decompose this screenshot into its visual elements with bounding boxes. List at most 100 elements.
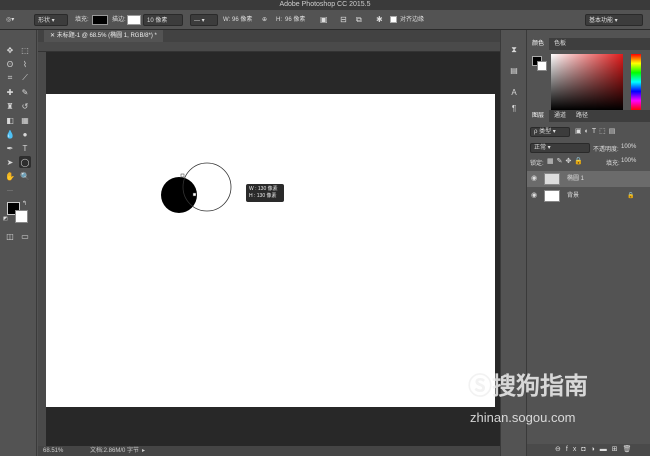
width-label: W: — [223, 17, 231, 23]
fill-opacity-field[interactable]: 100% — [621, 158, 636, 164]
watermark-text: 搜狗指南 — [492, 373, 588, 400]
ellipse-tool-icon[interactable]: ◯ — [19, 156, 31, 168]
hue-slider[interactable] — [631, 54, 641, 110]
lock-icons[interactable]: ▦✎✥🔒 — [547, 157, 586, 165]
tab-layers[interactable]: 图层 — [527, 110, 550, 122]
color-field[interactable] — [551, 54, 623, 110]
brush-tool-icon[interactable]: ✎ — [19, 86, 31, 98]
sogou-logo-icon: Ⓢ — [468, 373, 492, 400]
character-panel-icon[interactable]: A — [508, 86, 520, 98]
hand-tool-icon[interactable]: ✋ — [4, 170, 16, 182]
lock-icon: 🔒 — [627, 193, 635, 199]
ellipse-shape[interactable] — [161, 177, 197, 213]
vertical-ruler — [38, 52, 46, 446]
eye-icon[interactable]: ◉ — [531, 171, 539, 187]
tab-color[interactable]: 颜色 — [527, 38, 550, 50]
path-selection-tool-icon[interactable]: ➤ — [4, 156, 16, 168]
blur-tool-icon[interactable]: 💧 — [4, 128, 16, 140]
height-field[interactable]: 96 像素 — [285, 14, 305, 26]
tooltip-height: H : 130 像素 — [249, 193, 277, 199]
background-color-swatch[interactable] — [15, 210, 28, 223]
layer-filter-icons[interactable]: ▣◐T⬚▤ — [575, 127, 618, 135]
eye-icon[interactable]: ◉ — [531, 188, 539, 204]
eyedropper-tool-icon[interactable]: ⟋ — [19, 72, 31, 84]
stroke-size-value: 10 像素 — [147, 18, 168, 24]
mask-icon[interactable]: ◘ — [581, 446, 590, 453]
type-tool-icon[interactable]: T — [19, 142, 31, 154]
clone-stamp-tool-icon[interactable]: ♜ — [4, 100, 16, 112]
layers-panel-tabs: 图层 通道 路径 — [527, 110, 650, 122]
height-label: H: — [276, 17, 282, 23]
blend-mode-select[interactable]: 正常 ▾ — [530, 143, 590, 153]
tool-preset-picker[interactable]: ◎▾ — [6, 14, 22, 26]
pen-tool-icon[interactable]: ✒ — [4, 142, 16, 154]
link-icon[interactable]: ⊕ — [262, 14, 267, 26]
layer-row-background[interactable]: ◉ 背景 🔒 — [527, 188, 650, 204]
path-operations-icon[interactable]: ▣ — [320, 14, 328, 26]
group-icon[interactable]: ▬ — [600, 446, 612, 453]
fx-icon[interactable]: fx — [566, 446, 581, 453]
paragraph-panel-icon[interactable]: ¶ — [508, 102, 520, 114]
options-bar: ◎▾ 形状 ▾ 填充: 描边: 10 像素 — ▾ W: 96 像素 ⊕ H: … — [0, 10, 650, 30]
default-colors-icon[interactable]: ◩ — [3, 216, 8, 222]
lasso-tool-icon[interactable]: ʘ — [4, 58, 16, 70]
document-tab-bar: ✕ 未标题-1 @ 68.5% (椭圆 1, RGB/8*) * — [38, 30, 500, 42]
history-brush-tool-icon[interactable]: ↺ — [19, 100, 31, 112]
workspace-value: 基本功能 — [589, 18, 614, 24]
canvas[interactable] — [46, 94, 495, 407]
opacity-field[interactable]: 100% — [621, 144, 636, 150]
stroke-type-select[interactable]: — ▾ — [190, 14, 218, 26]
trash-icon[interactable]: 🗑 — [623, 446, 637, 453]
tool-mode-select[interactable]: 形状 ▾ — [34, 14, 68, 26]
fill-label: 填充: — [75, 17, 89, 23]
blend-mode-value: 正常 — [534, 145, 547, 151]
color-panel-bg-swatch[interactable] — [537, 61, 547, 71]
history-panel-icon[interactable]: ⧗ — [508, 44, 520, 56]
more-tools-icon[interactable]: ··· — [4, 185, 16, 197]
canvas-artwork — [161, 162, 232, 213]
new-layer-icon[interactable]: ⊞ — [612, 446, 623, 453]
path-alignment-icon[interactable]: ⊟ — [340, 14, 347, 26]
stroke-size-field[interactable]: 10 像素 — [143, 14, 183, 26]
adjustments-panel-icon[interactable]: ▤ — [508, 64, 520, 76]
dodge-tool-icon[interactable]: ● — [19, 128, 31, 140]
size-tooltip: W : 130 像素 H : 130 像素 — [246, 184, 284, 202]
gradient-tool-icon[interactable]: ▦ — [19, 114, 31, 126]
marquee-tool-icon[interactable]: ⬚ — [19, 44, 31, 56]
close-icon[interactable]: ✕ — [50, 33, 57, 39]
tab-swatches[interactable]: 色板 — [549, 38, 571, 50]
zoom-level[interactable]: 68.51% — [43, 446, 63, 456]
stroke-label: 描边: — [112, 17, 126, 23]
stroke-swatch[interactable] — [127, 15, 141, 25]
quick-mask-icon[interactable]: ◫ — [4, 230, 16, 242]
layer-kind-filter[interactable]: ρ 类型 ▾ — [530, 127, 570, 137]
watermark-logo: Ⓢ搜狗指南 — [468, 366, 588, 401]
eraser-tool-icon[interactable]: ◧ — [4, 114, 16, 126]
move-tool-icon[interactable]: ✥ — [4, 44, 16, 56]
path-arrangement-icon[interactable]: ⧉ — [356, 14, 362, 26]
window-title-bar: Adobe Photoshop CC 2015.5 — [0, 0, 650, 10]
status-menu-arrow-icon[interactable]: ▸ — [142, 446, 145, 456]
gear-icon[interactable]: ✱ — [376, 14, 383, 26]
document-tab[interactable]: ✕ 未标题-1 @ 68.5% (椭圆 1, RGB/8*) * — [44, 30, 163, 42]
tab-paths[interactable]: 路径 — [571, 110, 593, 122]
lock-label: 锁定: — [530, 161, 544, 167]
link-layers-icon[interactable]: ⊖ — [555, 446, 566, 453]
screen-mode-icon[interactable]: ▭ — [19, 230, 31, 242]
align-edges-checkbox[interactable] — [390, 16, 397, 23]
anchor-point[interactable] — [192, 192, 197, 197]
anchor-point[interactable] — [180, 173, 185, 178]
swap-colors-icon[interactable]: ↰ — [22, 200, 27, 207]
crop-tool-icon[interactable]: ⌗ — [4, 72, 16, 84]
zoom-tool-icon[interactable]: 🔍 — [19, 170, 31, 182]
healing-brush-tool-icon[interactable]: ✚ — [4, 86, 16, 98]
fill-swatch[interactable] — [92, 15, 108, 25]
app-title: Adobe Photoshop CC 2015.5 — [279, 1, 371, 8]
width-field[interactable]: 96 像素 — [232, 14, 252, 26]
quick-select-tool-icon[interactable]: ⌇ — [19, 58, 31, 70]
tab-channels[interactable]: 通道 — [549, 110, 571, 122]
opacity-label: 不透明度: — [593, 147, 619, 153]
adjustment-layer-icon[interactable]: ◑ — [591, 446, 600, 453]
layer-row-ellipse[interactable]: ◉ 椭圆 1 — [527, 171, 650, 187]
workspace-select[interactable]: 基本功能 ▾ — [585, 14, 643, 26]
